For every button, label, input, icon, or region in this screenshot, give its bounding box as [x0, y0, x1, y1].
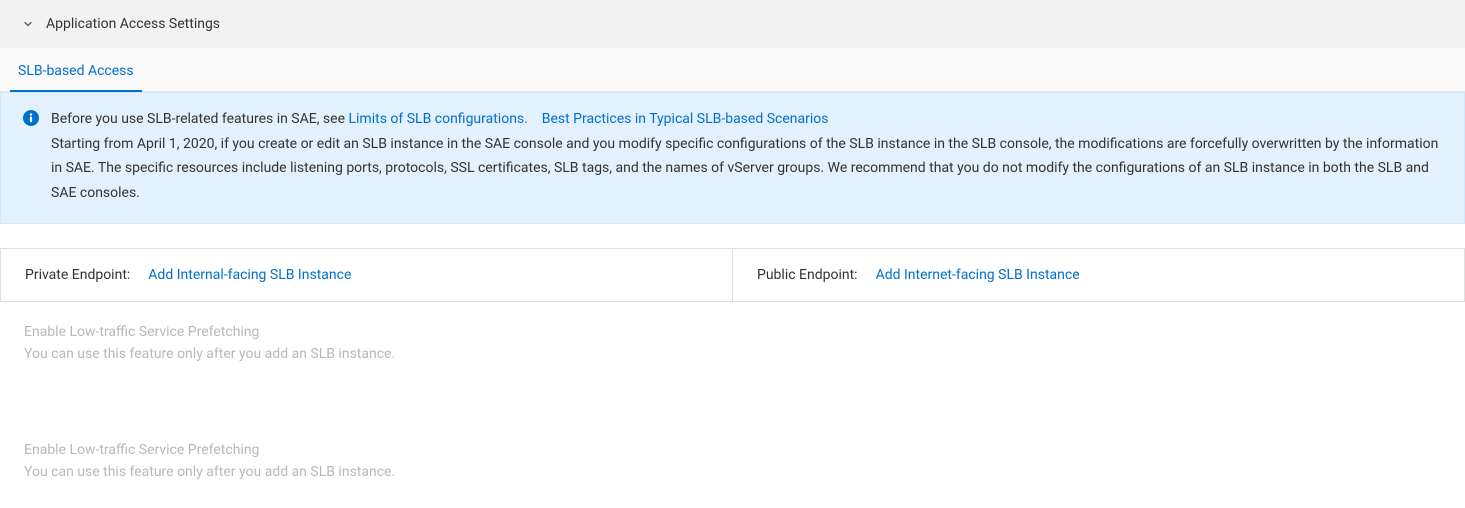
- section-header: Application Access Settings: [0, 0, 1465, 48]
- prefetch-section-2: Enable Low-traffic Service Prefetching Y…: [0, 420, 1465, 490]
- private-endpoint-cell: Private Endpoint: Add Internal-facing SL…: [1, 249, 733, 301]
- prefetch-hint: You can use this feature only after you …: [24, 346, 1441, 362]
- info-icon: [23, 110, 39, 126]
- add-internal-slb-link[interactable]: Add Internal-facing SLB Instance: [148, 267, 351, 283]
- section-title: Application Access Settings: [46, 16, 220, 32]
- info-banner: Before you use SLB-related features in S…: [0, 92, 1465, 224]
- link-limits[interactable]: Limits of SLB configurations.: [348, 111, 527, 127]
- tabs-bar: SLB-based Access: [0, 48, 1465, 92]
- tab-slb-access[interactable]: SLB-based Access: [16, 63, 136, 91]
- prefetch-section-1: Enable Low-traffic Service Prefetching Y…: [0, 302, 1465, 372]
- public-endpoint-cell: Public Endpoint: Add Internet-facing SLB…: [733, 249, 1464, 301]
- prefetch-hint-2: You can use this feature only after you …: [24, 464, 1441, 480]
- private-endpoint-label: Private Endpoint:: [25, 267, 130, 283]
- public-endpoint-label: Public Endpoint:: [757, 267, 858, 283]
- link-best-practices[interactable]: Best Practices in Typical SLB-based Scen…: [542, 111, 829, 127]
- endpoint-row: Private Endpoint: Add Internal-facing SL…: [0, 248, 1465, 302]
- banner-body: Starting from April 1, 2020, if you crea…: [51, 132, 1442, 206]
- banner-intro: Before you use SLB-related features in S…: [51, 111, 348, 127]
- add-internet-slb-link[interactable]: Add Internet-facing SLB Instance: [876, 267, 1080, 283]
- chevron-down-icon[interactable]: [20, 16, 36, 32]
- info-body: Before you use SLB-related features in S…: [51, 107, 1442, 205]
- prefetch-title: Enable Low-traffic Service Prefetching: [24, 324, 1441, 340]
- prefetch-title-2: Enable Low-traffic Service Prefetching: [24, 442, 1441, 458]
